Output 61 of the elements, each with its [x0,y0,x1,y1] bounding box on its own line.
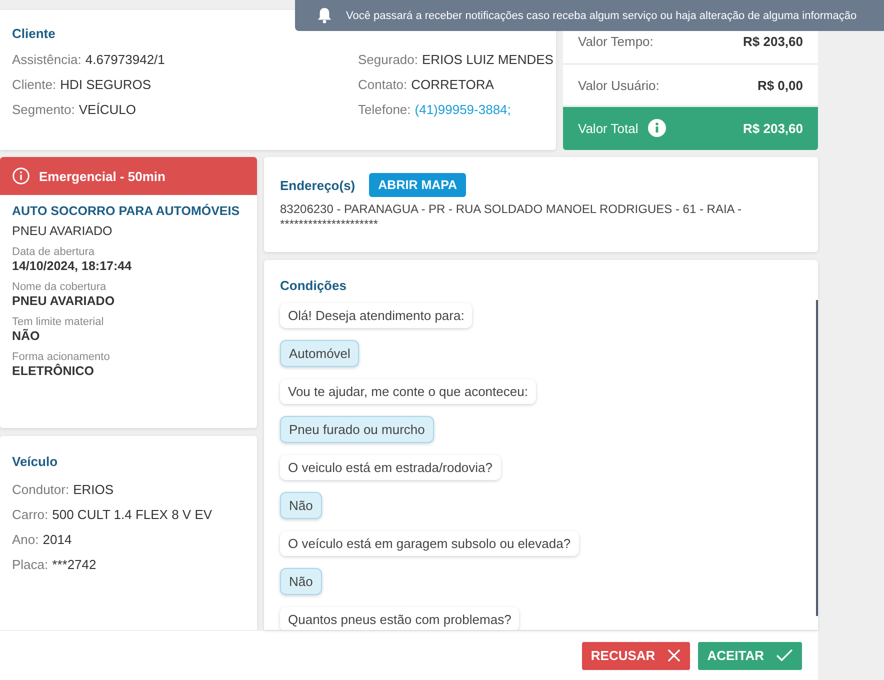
field-value: 500 CULT 1.4 FLEX 8 V EV [52,506,212,523]
close-icon [667,649,682,662]
question-bubble: Quantos pneus estão com problemas? [280,607,520,630]
field-label: Assistência: [12,51,82,68]
question-bubble: O veiculo está em estrada/rodovia? [280,455,500,480]
service-title: AUTO SOCORRO PARA AUTOMÓVEIS [12,204,241,218]
field-value: NÃO [12,329,41,343]
field-label: Segmento: [12,101,75,118]
reject-button[interactable]: RECUSAR [582,642,690,670]
info-icon[interactable] [648,119,666,138]
question-bubble: Vou te ajudar, me conte o que aconteceu: [280,379,536,404]
question-bubble: Olá! Deseja atendimento para: [280,303,472,328]
service-subtitle: PNEU AVARIADO [12,224,114,238]
info-icon [12,167,30,185]
field-label: Cliente: [12,76,56,93]
answer-bubble: Pneu furado ou murcho [280,416,434,443]
notification-text: Você passará a receber notificações caso receba algum serviço ou haja alteração de alguma informação [346,10,857,22]
field-label: Segurado: [358,51,418,68]
bell-icon [317,7,332,24]
field-value: ERIOS LUIZ MENDES [422,51,554,68]
section-title: Condições [280,278,348,293]
value-amount: R$ 203,60 [743,120,803,136]
section-title: Endereço(s) [280,178,356,192]
field-value: PNEU AVARIADO [12,294,116,308]
accept-button[interactable]: ACEITAR [698,642,802,670]
field-label: Tem limite material [12,316,105,328]
field-label: Nome da cobertura [12,281,108,293]
value-amount: R$ 203,60 [743,34,803,50]
address-text: 83206230 - PARANAGUA - PR - RUA SOLDADO MANOEL RODRIGUES - 61 - RAIA - ********************* [280,202,742,232]
scrollbar[interactable] [816,300,818,616]
check-icon [776,649,793,662]
value-amount: R$ 0,00 [757,78,803,93]
field-label: Forma acionamento [12,351,111,363]
field-label: Data de abertura [12,246,96,258]
answer-bubble: Não [280,492,322,519]
banner-text: Emergencial - 50min [39,168,166,184]
field-label: Telefone: [358,101,411,118]
field-value: CORRETORA [411,76,494,93]
field-label: Contato: [358,76,408,93]
section-title: Veículo [12,454,59,469]
field-label: Condutor: [12,481,70,498]
value-label: Valor Tempo: [578,34,654,50]
phone-link[interactable]: (41)99959-3884; [414,101,511,118]
field-value: 4.67973942/1 [85,51,165,68]
field-value: 2014 [42,531,72,548]
section-title: Cliente [12,26,56,41]
field-value: ***2742 [52,556,96,573]
field-label: Ano: [12,531,39,548]
question-bubble: O veículo está em garagem subsolo ou elevada? [280,531,579,556]
field-value: HDI SEGUROS [60,76,152,93]
value-label: Valor Total [578,120,638,136]
answer-bubble: Não [280,568,322,595]
value-label: Valor Usuário: [578,78,660,93]
open-map-button[interactable]: ABRIR MAPA [369,173,466,197]
field-value: ELETRÔNICO [12,364,95,378]
answer-bubble: Automóvel [280,340,360,367]
field-value: 14/10/2024, 18:17:44 [12,259,133,273]
field-label: Placa: [12,556,48,573]
field-value: VEÍCULO [78,101,136,118]
field-value: ERIOS [73,481,114,498]
field-label: Carro: [12,506,48,523]
